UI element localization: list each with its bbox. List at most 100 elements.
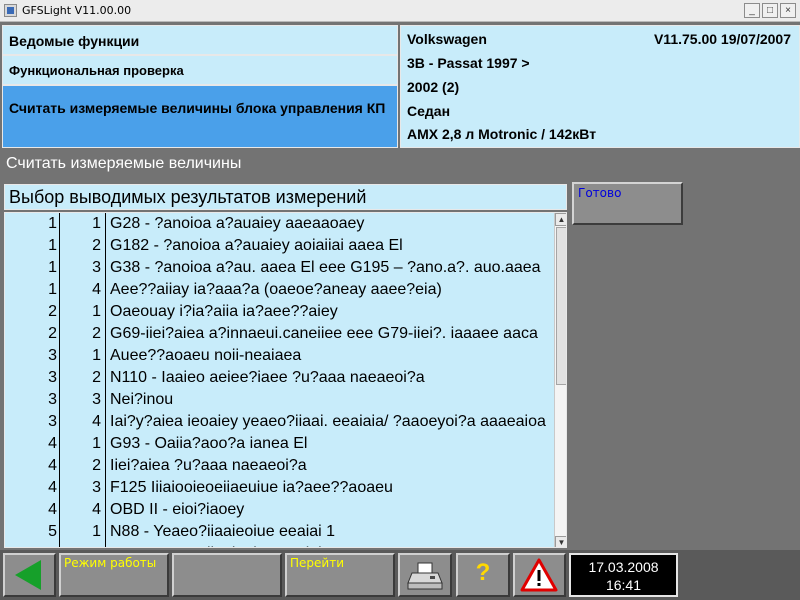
measurement-description: G182 - ?anoioa a?auaiey aoiaiiai aaea El bbox=[110, 237, 403, 254]
measurement-row[interactable]: 5 1 N88 - Yeaeo?iiaaieoiue eeaiai 1 bbox=[5, 521, 553, 543]
measurement-row[interactable]: 1 4 Aee??aiiay ia?aaa?a (oaeoe?aneay aaee?… bbox=[5, 279, 553, 301]
window-title: GFSLight V11.00.00 bbox=[22, 4, 132, 17]
operating-mode-button[interactable]: Режим работы bbox=[59, 553, 169, 597]
empty-toolbar-button[interactable] bbox=[172, 553, 282, 597]
vehicle-body: Седан bbox=[407, 103, 451, 119]
measurement-row[interactable]: 3 1 Auee??aoaeu noii-neaiaea bbox=[5, 345, 553, 367]
back-arrow-icon bbox=[15, 560, 41, 590]
channel-number: 1 bbox=[92, 347, 101, 364]
channel-number: 2 bbox=[61, 543, 101, 547]
software-version: V11.75.00 19/07/2007 bbox=[653, 31, 791, 47]
scroll-down-arrow-icon[interactable]: ▼ bbox=[555, 536, 566, 547]
time-text: 16:41 bbox=[605, 577, 642, 593]
group-number: 4 bbox=[48, 479, 57, 496]
group-number: 3 bbox=[48, 413, 57, 430]
close-button[interactable]: × bbox=[780, 3, 796, 18]
group-number: 4 bbox=[48, 457, 57, 474]
group-number: 1 bbox=[48, 259, 57, 276]
measurement-description: G93 - Oaiia?aoo?a ianea El bbox=[110, 435, 308, 452]
scroll-up-arrow-icon[interactable]: ▲ bbox=[555, 213, 566, 226]
section-heading: Считать измеряемые величины bbox=[6, 155, 242, 172]
channel-number: 1 bbox=[92, 303, 101, 320]
print-button[interactable] bbox=[398, 553, 452, 597]
measurement-description: G38 - ?anoioa a?au. aaea El eee G195 – ?… bbox=[110, 259, 541, 276]
group-number: 3 bbox=[48, 369, 57, 386]
vehicle-info-panel: Volkswagen V11.75.00 19/07/2007 3B - Pas… bbox=[400, 25, 800, 148]
group-number: 2 bbox=[48, 303, 57, 320]
group-number: 5 bbox=[5, 543, 57, 547]
measurement-row[interactable]: 3 2 N110 - Iaaieo aeiee?iaee ?u?aaa naeaeo… bbox=[5, 367, 553, 389]
measurement-row[interactable]: 3 4 Iai?y?aiea ieoaiey yeaeo?iiaai. eeaiai… bbox=[5, 411, 553, 433]
back-button[interactable] bbox=[3, 553, 56, 597]
channel-number: 2 bbox=[92, 457, 101, 474]
measurement-row[interactable]: 1 1 G28 - ?anoioa a?auaiey aaeaaoaey bbox=[5, 213, 553, 235]
channel-number: 1 bbox=[92, 523, 101, 540]
measurement-description: N110 - Iaaieo aeiee?iaee ?u?aaa naeaeoi?… bbox=[110, 369, 425, 386]
channel-number: 3 bbox=[92, 391, 101, 408]
measurement-description: Iai?y?aiea ieoaiey yeaeo?iiaai. eeaiaia/… bbox=[110, 413, 546, 430]
channel-number: 4 bbox=[92, 501, 101, 518]
measurement-row[interactable]: 2 2 G69-iiei?aiea a?innaeui.caneiiee eee G… bbox=[5, 323, 553, 345]
nav-read-measured-values[interactable]: Считать измеряемые величины блока управл… bbox=[2, 85, 398, 148]
app-icon bbox=[4, 4, 17, 17]
measurement-description: F125 Iiiaiooieoeiiaeuiue ia?aee??aoaeu bbox=[110, 479, 393, 496]
vehicle-make: Volkswagen bbox=[407, 31, 487, 47]
measurement-description: Auee??aoaeu noii-neaiaea bbox=[110, 347, 302, 364]
nav-guided-functions[interactable]: Ведомые функции bbox=[2, 25, 398, 55]
measurement-row[interactable]: 1 2 G182 - ?anoioa a?auaiey aoiaiiai aaea … bbox=[5, 235, 553, 257]
group-number: 3 bbox=[48, 391, 57, 408]
window-title-bar: GFSLight V11.00.00 _ □ × bbox=[0, 0, 800, 22]
group-number: 1 bbox=[48, 215, 57, 232]
warning-icon bbox=[520, 558, 558, 592]
list-scrollbar[interactable]: ▲ ▼ bbox=[554, 213, 566, 547]
channel-number: 3 bbox=[92, 259, 101, 276]
measurement-row[interactable]: 4 2 Iiei?aiea ?u?aaa naeaeoi?a bbox=[5, 455, 553, 477]
channel-number: 4 bbox=[92, 413, 101, 430]
measurement-description: OBD II - eioi?iaoey bbox=[110, 501, 245, 518]
group-number: 1 bbox=[48, 237, 57, 254]
group-number: 1 bbox=[48, 281, 57, 298]
measurement-row[interactable]: 3 3 Nei?inou bbox=[5, 389, 553, 411]
maximize-button[interactable]: □ bbox=[762, 3, 778, 18]
date-time-display: 17.03.2008 16:41 bbox=[569, 553, 678, 597]
done-button-label: Готово bbox=[578, 186, 622, 200]
measurement-row[interactable]: 52 N89 - Yeaeo?iiaaieoiue eeaiai 2 bbox=[5, 543, 553, 547]
measurement-row[interactable]: 1 3 G38 - ?anoioa a?au. aaea El eee G195 –… bbox=[5, 257, 553, 279]
vehicle-engine: AMX 2,8 л Motronic / 142кВт bbox=[407, 126, 597, 142]
measurement-description: Iiei?aiea ?u?aaa naeaeoi?a bbox=[110, 457, 307, 474]
measurement-description: Aee??aiiay ia?aaa?a (oaeoe?aneay aaee?ei… bbox=[110, 281, 442, 298]
minimize-button[interactable]: _ bbox=[744, 3, 760, 18]
group-number: 5 bbox=[48, 523, 57, 540]
group-number: 3 bbox=[48, 347, 57, 364]
group-number: 2 bbox=[48, 325, 57, 342]
vehicle-model: 3B - Passat 1997 > bbox=[407, 55, 530, 71]
help-button[interactable]: ? bbox=[456, 553, 510, 597]
measured-values-list[interactable]: 1 1 G28 - ?anoioa a?auaiey aaeaaoaey 1 2 G182… bbox=[4, 212, 567, 548]
vehicle-year: 2002 (2) bbox=[407, 79, 460, 95]
group-number: 4 bbox=[48, 435, 57, 452]
measurement-row[interactable]: 2 1 Oaeouay i?ia?aiia ia?aee??aiey bbox=[5, 301, 553, 323]
channel-number: 2 bbox=[92, 325, 101, 342]
operating-mode-label: Режим работы bbox=[64, 556, 157, 570]
list-header: Выбор выводимых результатов измерений bbox=[4, 184, 567, 210]
measurement-description: Nei?inou bbox=[110, 391, 174, 408]
done-button[interactable]: Готово bbox=[572, 182, 683, 225]
warning-button[interactable] bbox=[513, 553, 566, 597]
channel-number: 1 bbox=[92, 215, 101, 232]
scrollbar-thumb[interactable] bbox=[556, 227, 566, 385]
channel-number: 2 bbox=[92, 237, 101, 254]
channel-number: 3 bbox=[92, 479, 101, 496]
help-icon: ? bbox=[475, 559, 491, 586]
date-text: 17.03.2008 bbox=[588, 559, 659, 575]
channel-number: 1 bbox=[92, 435, 101, 452]
channel-number: 2 bbox=[92, 369, 101, 386]
measurement-description: Oaeouay i?ia?aiia ia?aee??aiey bbox=[110, 303, 338, 320]
measurement-row[interactable]: 4 1 G93 - Oaiia?aoo?a ianea El bbox=[5, 433, 553, 455]
nav-function-check[interactable]: Функциональная проверка bbox=[2, 55, 398, 85]
group-number: 4 bbox=[48, 501, 57, 518]
measurement-description: G69-iiei?aiea a?innaeui.caneiiee eee G79… bbox=[110, 325, 538, 342]
measurement-row[interactable]: 4 4 OBD II - eioi?iaoey bbox=[5, 499, 553, 521]
measurement-description: N88 - Yeaeo?iiaaieoiue eeaiai 1 bbox=[110, 523, 336, 540]
goto-button[interactable]: Перейти bbox=[285, 553, 395, 597]
measurement-row[interactable]: 4 3 F125 Iiiaiooieoeiiaeuiue ia?aee??aoaeu bbox=[5, 477, 553, 499]
